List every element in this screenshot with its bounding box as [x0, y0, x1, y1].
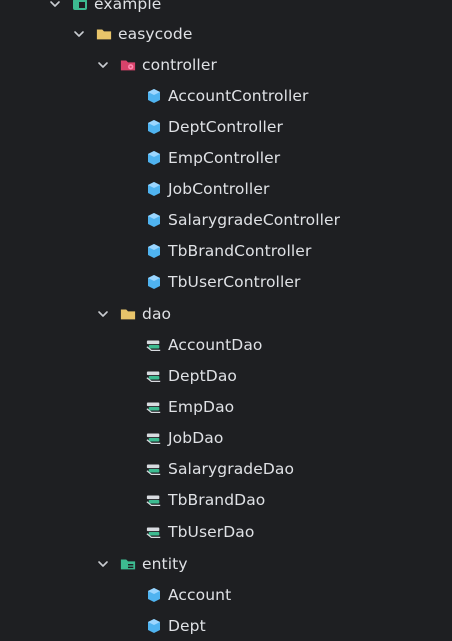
controller-folder-icon [120, 57, 136, 73]
class-icon [146, 119, 162, 135]
class-icon [146, 181, 162, 197]
tree-node-easycode[interactable]: easycode [0, 18, 452, 49]
tree-node-interface[interactable]: TbUserDao [0, 516, 452, 547]
class-icon [146, 88, 162, 104]
tree-node-interface[interactable]: AccountDao [0, 329, 452, 360]
interface-icon [146, 461, 162, 477]
tree-node-class[interactable]: DeptController [0, 111, 452, 142]
tree-node-label: dao [142, 304, 172, 323]
tree-node-label: TbBrandController [168, 241, 312, 260]
tree-node-label: EmpController [168, 148, 281, 167]
tree-node-label: TbUserController [168, 272, 301, 291]
class-icon [146, 150, 162, 166]
tree-node-label: controller [142, 55, 217, 74]
interface-icon [146, 337, 162, 353]
tree-node-label: AccountDao [168, 335, 263, 354]
interface-icon [146, 492, 162, 508]
tree-node-class[interactable]: Account [0, 579, 452, 610]
class-icon [146, 243, 162, 259]
tree-node-example[interactable]: example [0, 0, 452, 19]
tree-node-dao[interactable]: dao [0, 298, 452, 329]
tree-node-interface[interactable]: TbBrandDao [0, 484, 452, 515]
class-icon [146, 274, 162, 290]
interface-icon [146, 399, 162, 415]
tree-node-label: DeptController [168, 117, 284, 136]
tree-node-label: SalarygradeController [168, 210, 341, 229]
tree-node-label: EmpDao [168, 397, 235, 416]
tree-node-label: JobController [168, 179, 270, 198]
interface-icon [146, 430, 162, 446]
tree-node-label: TbBrandDao [168, 490, 266, 509]
tree-node-controller[interactable]: controller [0, 49, 452, 80]
tree-node-label: TbUserDao [168, 522, 255, 541]
tree-node-interface[interactable]: SalarygradeDao [0, 453, 452, 484]
tree-node-class[interactable]: Dept [0, 610, 452, 641]
tree-node-entity[interactable]: entity [0, 548, 452, 579]
class-icon [146, 618, 162, 634]
tree-node-class[interactable]: EmpController [0, 142, 452, 173]
folder-icon [120, 306, 136, 322]
class-icon [146, 212, 162, 228]
tree-node-class[interactable]: TbUserController [0, 266, 452, 297]
entity-folder-icon [120, 556, 136, 572]
chevron-down-icon[interactable] [96, 557, 110, 571]
tree-node-label: example [94, 0, 162, 13]
tree-node-label: Dept [168, 616, 206, 635]
package-icon [72, 0, 88, 12]
folder-icon [96, 26, 112, 42]
tree-node-class[interactable]: JobController [0, 173, 452, 204]
tree-node-label: JobDao [168, 428, 224, 447]
tree-node-label: DeptDao [168, 366, 238, 385]
tree-node-label: Account [168, 585, 232, 604]
chevron-down-icon[interactable] [96, 307, 110, 321]
chevron-down-icon[interactable] [72, 27, 86, 41]
tree-node-class[interactable]: SalarygradeController [0, 204, 452, 235]
chevron-down-icon[interactable] [48, 0, 62, 11]
project-tree: example easycode controller AccountContr… [0, 0, 452, 639]
tree-node-label: easycode [118, 24, 193, 43]
tree-node-label: entity [142, 554, 188, 573]
interface-icon [146, 368, 162, 384]
interface-icon [146, 524, 162, 540]
tree-node-label: SalarygradeDao [168, 459, 295, 478]
tree-node-label: AccountController [168, 86, 309, 105]
tree-node-interface[interactable]: DeptDao [0, 360, 452, 391]
tree-node-interface[interactable]: JobDao [0, 422, 452, 453]
tree-node-class[interactable]: TbBrandController [0, 235, 452, 266]
class-icon [146, 587, 162, 603]
tree-node-class[interactable]: AccountController [0, 80, 452, 111]
chevron-down-icon[interactable] [96, 58, 110, 72]
tree-node-interface[interactable]: EmpDao [0, 391, 452, 422]
